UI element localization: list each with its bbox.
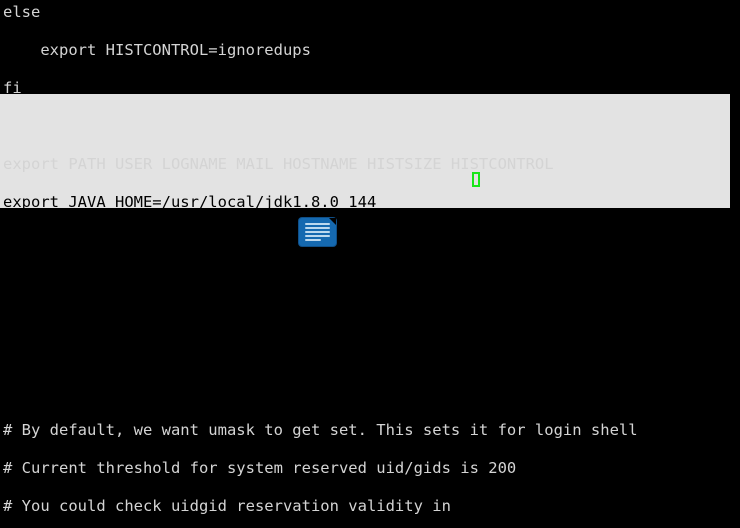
terminal-line: # By default, we want umask to get set. … xyxy=(3,421,638,439)
document-icon-line-1 xyxy=(305,223,330,225)
terminal-line: export PATH=$JAVA_HOME/bin:$PATH xyxy=(3,383,302,401)
terminal-line: export JRE_HOME=$JAVA_HOME/jre xyxy=(3,231,283,249)
document-icon-line-5 xyxy=(305,239,321,241)
document-icon-line-2 xyxy=(305,227,330,229)
terminal-window[interactable]: else export HISTCONTROL=ignoredups fi ex… xyxy=(0,0,740,528)
terminal-line: export CLASSPATH=.:$JAVA_HOME/lib:${JRE_… xyxy=(3,269,461,287)
terminal-line: export PATH USER LOGNAME MAIL HOSTNAME H… xyxy=(3,155,554,173)
terminal-line: else xyxy=(3,3,41,21)
document-icon-fold xyxy=(329,218,336,225)
terminal-text-buffer[interactable]: else export HISTCONTROL=ignoredups fi ex… xyxy=(0,0,740,528)
document-icon-line-4 xyxy=(305,235,330,237)
document-lines-icon[interactable] xyxy=(299,218,336,246)
block-text-cursor xyxy=(472,172,480,187)
terminal-line: export HADOOP_HOME=/usr/local/hadoop-2.7… xyxy=(3,307,395,325)
terminal-line: # Current threshold for system reserved … xyxy=(3,459,517,477)
terminal-line: export HISTCONTROL=ignoredups xyxy=(3,41,311,59)
terminal-line: fi xyxy=(3,79,22,97)
terminal-line: # You could check uidgid reservation val… xyxy=(3,497,451,515)
document-icon-line-3 xyxy=(305,231,330,233)
terminal-line: export PATH=$PATH:$HADOOP_HOME/bin:$HADO… xyxy=(3,345,489,363)
terminal-line: export JAVA_HOME=/usr/local/jdk1.8.0_144 xyxy=(3,193,377,211)
